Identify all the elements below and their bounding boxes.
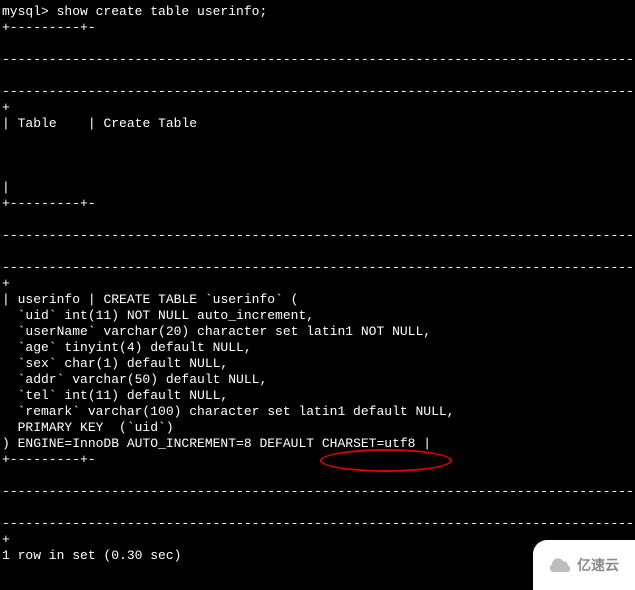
create-def-engine: ) ENGINE=InnoDB AUTO_INCREMENT=8 DEFAULT…: [2, 436, 431, 451]
create-def: `addr` varchar(50) default NULL,: [2, 372, 267, 387]
border-line: +: [2, 532, 10, 547]
command-line: mysql> show create table userinfo;: [2, 4, 267, 19]
border-line: +: [2, 100, 10, 115]
terminal-output: mysql> show create table userinfo; +----…: [0, 0, 635, 568]
create-def: `remark` varchar(100) character set lati…: [2, 404, 454, 419]
create-def: `userName` varchar(20) character set lat…: [2, 324, 431, 339]
create-def: PRIMARY KEY (`uid`): [2, 420, 174, 435]
border-line: ----------------------------------------…: [2, 516, 635, 531]
pipe-line: |: [2, 180, 10, 195]
border-line: ----------------------------------------…: [2, 84, 635, 99]
border-line: +---------+-: [2, 452, 96, 467]
border-line: +: [2, 276, 10, 291]
cloud-icon: [549, 557, 573, 573]
header-line: | Table | Create Table: [2, 116, 197, 131]
charset-highlighted: CHARSET=utf8: [322, 436, 416, 451]
watermark-text: 亿速云: [577, 557, 619, 573]
data-row: | userinfo | CREATE TABLE `userinfo` (: [2, 292, 298, 307]
border-line: ----------------------------------------…: [2, 260, 635, 275]
border-line: ----------------------------------------…: [2, 228, 635, 243]
border-line: +---------+-: [2, 196, 96, 211]
border-line: ----------------------------------------…: [2, 484, 635, 499]
border-line: +---------+-: [2, 20, 96, 35]
create-def: `age` tinyint(4) default NULL,: [2, 340, 252, 355]
border-line: ----------------------------------------…: [2, 52, 635, 67]
create-def: `uid` int(11) NOT NULL auto_increment,: [2, 308, 314, 323]
create-def: `sex` char(1) default NULL,: [2, 356, 228, 371]
create-def: `tel` int(11) default NULL,: [2, 388, 228, 403]
watermark: 亿速云: [533, 540, 635, 590]
terminal-text: mysql> show create table userinfo; +----…: [2, 4, 633, 564]
result-footer: 1 row in set (0.30 sec): [2, 548, 181, 563]
